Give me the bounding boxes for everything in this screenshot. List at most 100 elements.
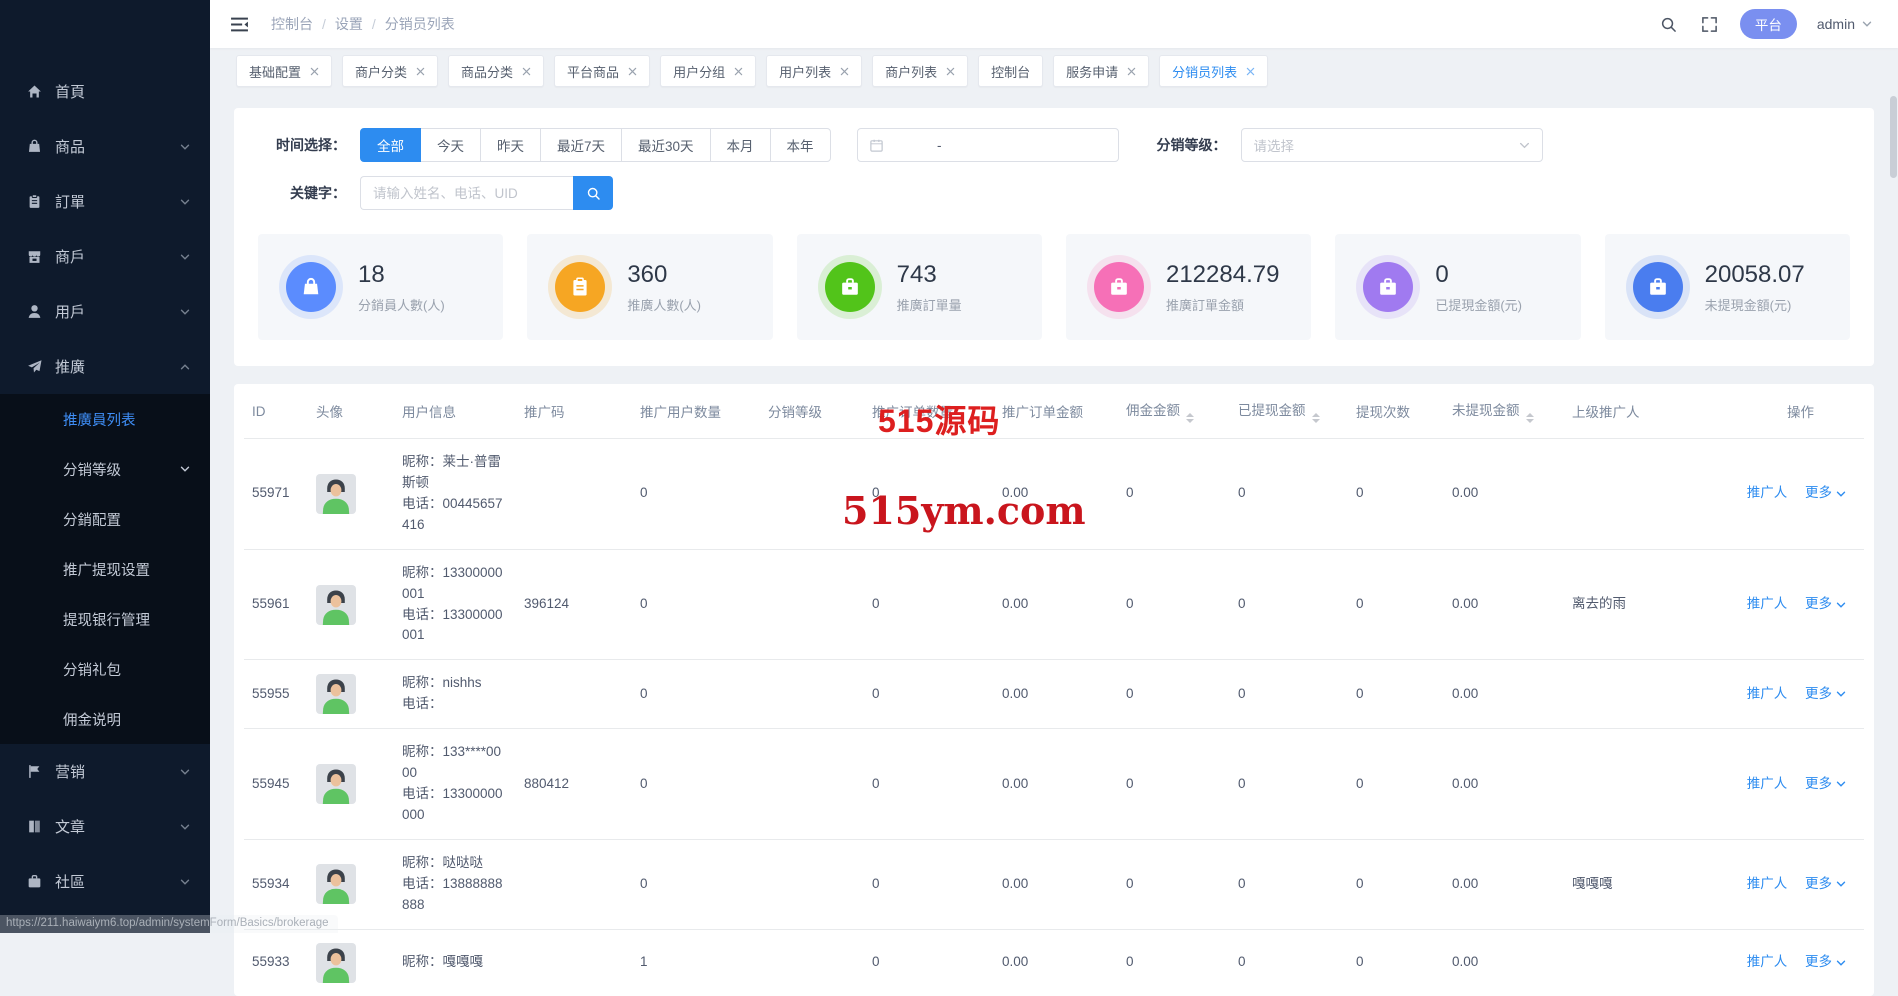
submenu-item-label: 佣金说明	[63, 709, 121, 730]
sidebar-item-users[interactable]: 用戶	[0, 284, 210, 339]
fullscreen-icon[interactable]	[1699, 14, 1720, 35]
tab-platform-goods[interactable]: 平台商品	[554, 55, 650, 87]
close-icon[interactable]	[416, 67, 425, 76]
collapse-menu-icon[interactable]	[226, 12, 253, 37]
time-option-7days[interactable]: 最近7天	[540, 128, 622, 162]
user-menu[interactable]: admin	[1817, 16, 1872, 32]
sort-icon[interactable]	[1186, 413, 1194, 423]
more-link[interactable]: 更多	[1805, 874, 1846, 895]
flag-icon	[26, 763, 43, 780]
sidebar-item-marketing[interactable]: 营销	[0, 744, 210, 799]
close-icon[interactable]	[734, 67, 743, 76]
time-option-month[interactable]: 本月	[710, 128, 771, 162]
close-icon[interactable]	[840, 67, 849, 76]
sidebar-item-community[interactable]: 社區	[0, 854, 210, 909]
sidebar-item-home[interactable]: 首頁	[0, 64, 210, 119]
submenu-item-withdraw-banks[interactable]: 提现银行管理	[0, 594, 210, 644]
clipboard-icon	[555, 262, 605, 312]
close-icon[interactable]	[1127, 67, 1136, 76]
stat-label: 推廣人數(人)	[627, 295, 701, 314]
keyword-input[interactable]	[360, 176, 573, 210]
promoter-link[interactable]: 推广人	[1747, 952, 1788, 973]
date-range-separator: -	[884, 138, 996, 153]
tab-merchant-list[interactable]: 商户列表	[872, 55, 968, 87]
filter-panel: 时间选择： 全部 今天 昨天 最近7天 最近30天 本月 本年 - 分销等级：	[234, 108, 1874, 366]
promoter-link[interactable]: 推广人	[1747, 483, 1788, 504]
promoter-link[interactable]: 推广人	[1747, 684, 1788, 705]
col-parent-promoter: 上级推广人	[1564, 384, 1722, 439]
chevron-down-icon	[1862, 19, 1872, 29]
search-button[interactable]	[573, 176, 613, 210]
cell-unwithdrawn: 0.00	[1444, 660, 1564, 729]
submenu-item-withdraw-settings[interactable]: 推广提现设置	[0, 544, 210, 594]
cell-order-count: 0	[864, 660, 994, 729]
search-icon[interactable]	[1658, 14, 1679, 35]
submenu-item-distribution-gift[interactable]: 分销礼包	[0, 644, 210, 694]
sidebar-item-articles[interactable]: 文章	[0, 799, 210, 854]
breadcrumb-item[interactable]: 控制台	[271, 14, 313, 34]
cell-id: 55933	[244, 929, 308, 996]
cell-promoted-users: 0	[632, 839, 760, 929]
tab-label: 平台商品	[567, 62, 619, 81]
tab-service-apply[interactable]: 服务申请	[1053, 55, 1149, 87]
more-link[interactable]: 更多	[1805, 483, 1846, 504]
cell-avatar	[308, 439, 394, 550]
avatar	[316, 764, 356, 804]
keyword-label: 关键字：	[258, 183, 346, 203]
sidebar-item-promotion[interactable]: 推廣	[0, 339, 210, 394]
submenu-item-promoter-list[interactable]: 推廣員列表	[0, 394, 210, 444]
promoter-link[interactable]: 推广人	[1747, 774, 1788, 795]
tab-user-list[interactable]: 用户列表	[766, 55, 862, 87]
workspace-badge[interactable]: 平台	[1740, 9, 1797, 39]
storefront-icon	[26, 248, 43, 265]
chevron-down-icon	[180, 822, 190, 832]
cell-unwithdrawn: 0.00	[1444, 549, 1564, 660]
tab-merchant-category[interactable]: 商户分类	[342, 55, 438, 87]
tab-promoter-list[interactable]: 分销员列表	[1159, 55, 1268, 87]
sidebar-item-goods[interactable]: 商品	[0, 119, 210, 174]
tab-goods-category[interactable]: 商品分类	[448, 55, 544, 87]
stat-label: 推廣訂單量	[897, 295, 962, 314]
submenu-item-distribution-level[interactable]: 分销等级	[0, 444, 210, 494]
sidebar-item-orders[interactable]: 訂單	[0, 174, 210, 229]
tab-label: 商品分类	[461, 62, 513, 81]
more-link[interactable]: 更多	[1805, 594, 1846, 615]
level-select[interactable]: 请选择	[1241, 128, 1543, 162]
tab-user-groups[interactable]: 用户分组	[660, 55, 756, 87]
close-icon[interactable]	[522, 67, 531, 76]
close-icon[interactable]	[628, 67, 637, 76]
breadcrumb-item[interactable]: 分销员列表	[385, 14, 455, 34]
submenu-item-distribution-config[interactable]: 分銷配置	[0, 494, 210, 544]
promoter-link[interactable]: 推广人	[1747, 594, 1788, 615]
briefcase-icon	[825, 262, 875, 312]
time-option-all[interactable]: 全部	[360, 128, 421, 162]
bag-icon	[286, 262, 336, 312]
tab-dashboard[interactable]: 控制台	[978, 55, 1043, 87]
breadcrumb-item[interactable]: 设置	[335, 14, 363, 34]
cell-order-count: 0	[864, 729, 994, 840]
book-icon	[26, 818, 43, 835]
user-phone: 电话：00445657416	[402, 494, 504, 536]
more-link[interactable]: 更多	[1805, 952, 1846, 973]
more-link[interactable]: 更多	[1805, 774, 1846, 795]
promoter-link[interactable]: 推广人	[1747, 874, 1788, 895]
sort-icon[interactable]	[1526, 413, 1534, 423]
more-link[interactable]: 更多	[1805, 684, 1846, 705]
cell-user-info: 昵称：莱士·普雷斯顿 电话：00445657416	[394, 439, 516, 550]
vertical-scrollbar-thumb[interactable]	[1890, 96, 1897, 178]
sidebar-item-merchants[interactable]: 商戶	[0, 229, 210, 284]
close-icon[interactable]	[1246, 67, 1255, 76]
time-option-today[interactable]: 今天	[420, 128, 481, 162]
close-icon[interactable]	[310, 67, 319, 76]
chevron-down-icon	[180, 767, 190, 777]
tab-label: 商户列表	[885, 62, 937, 81]
cell-withdraw-count: 0	[1348, 549, 1444, 660]
time-option-yesterday[interactable]: 昨天	[480, 128, 541, 162]
date-range-picker[interactable]: -	[857, 128, 1119, 162]
submenu-item-commission-notes[interactable]: 佣金说明	[0, 694, 210, 744]
tab-basic-config[interactable]: 基础配置	[236, 55, 332, 87]
sort-icon[interactable]	[1312, 413, 1320, 423]
time-option-30days[interactable]: 最近30天	[621, 128, 711, 162]
close-icon[interactable]	[946, 67, 955, 76]
time-option-year[interactable]: 本年	[770, 128, 831, 162]
